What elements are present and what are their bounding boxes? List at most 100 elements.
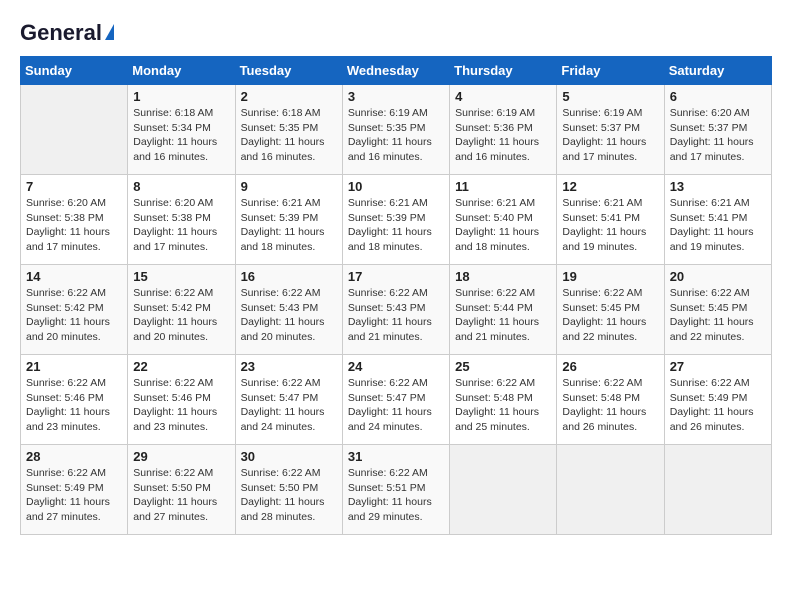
calendar-cell: 18Sunrise: 6:22 AM Sunset: 5:44 PM Dayli… bbox=[450, 265, 557, 355]
weekday-header-saturday: Saturday bbox=[664, 57, 771, 85]
day-number: 25 bbox=[455, 359, 551, 374]
calendar-cell: 29 Sunrise: 6:22 AM Sunset: 5:50 PM Dayli… bbox=[128, 445, 235, 535]
calendar-cell: 23 Sunrise: 6:22 AM Sunset: 5:47 PM Dayli… bbox=[235, 355, 342, 445]
day-info: Sunrise: 6:22 AM Sunset: 5:47 PM Dayligh… bbox=[241, 376, 337, 435]
day-number: 9 bbox=[241, 179, 337, 194]
weekday-header-wednesday: Wednesday bbox=[342, 57, 449, 85]
day-info: Sunrise: 6:21 AM Sunset: 5:39 PM Dayligh… bbox=[241, 196, 337, 255]
day-info: Sunrise: 6:21 AM Sunset: 5:41 PM Dayligh… bbox=[670, 196, 766, 255]
calendar-cell: 28 Sunrise: 6:22 AM Sunset: 5:49 PM Dayli… bbox=[21, 445, 128, 535]
calendar-cell: 16 Sunrise: 6:22 AM Sunset: 5:43 PM Dayli… bbox=[235, 265, 342, 355]
day-info: Sunrise: 6:18 AM Sunset: 5:35 PM Dayligh… bbox=[241, 106, 337, 165]
day-number: 21 bbox=[26, 359, 122, 374]
calendar-cell: 12 Sunrise: 6:21 AM Sunset: 5:41 PM Dayli… bbox=[557, 175, 664, 265]
day-number: 17 bbox=[348, 269, 444, 284]
day-info: Sunrise: 6:22 AM Sunset: 5:47 PM Dayligh… bbox=[348, 376, 444, 435]
day-info: Sunrise: 6:22 AM Sunset: 5:49 PM Dayligh… bbox=[26, 466, 122, 525]
logo-triangle-icon bbox=[105, 24, 114, 40]
day-number: 29 bbox=[133, 449, 229, 464]
day-number: 1 bbox=[133, 89, 229, 104]
calendar-cell: 21 Sunrise: 6:22 AM Sunset: 5:46 PM Dayli… bbox=[21, 355, 128, 445]
day-number: 5 bbox=[562, 89, 658, 104]
day-info: Sunrise: 6:22 AM Sunset: 5:51 PM Dayligh… bbox=[348, 466, 444, 525]
calendar-cell: 14 Sunrise: 6:22 AM Sunset: 5:42 PM Dayli… bbox=[21, 265, 128, 355]
page-header: General bbox=[20, 20, 772, 46]
day-number: 6 bbox=[670, 89, 766, 104]
calendar-cell: 27Sunrise: 6:22 AM Sunset: 5:49 PM Dayli… bbox=[664, 355, 771, 445]
calendar-cell: 31 Sunrise: 6:22 AM Sunset: 5:51 PM Dayli… bbox=[342, 445, 449, 535]
day-info: Sunrise: 6:22 AM Sunset: 5:46 PM Dayligh… bbox=[133, 376, 229, 435]
day-info: Sunrise: 6:21 AM Sunset: 5:39 PM Dayligh… bbox=[348, 196, 444, 255]
weekday-header-thursday: Thursday bbox=[450, 57, 557, 85]
day-number: 7 bbox=[26, 179, 122, 194]
day-number: 24 bbox=[348, 359, 444, 374]
calendar-cell: 30 Sunrise: 6:22 AM Sunset: 5:50 PM Dayli… bbox=[235, 445, 342, 535]
day-info: Sunrise: 6:22 AM Sunset: 5:50 PM Dayligh… bbox=[133, 466, 229, 525]
calendar-cell: 26 Sunrise: 6:22 AM Sunset: 5:48 PM Dayli… bbox=[557, 355, 664, 445]
weekday-header-monday: Monday bbox=[128, 57, 235, 85]
calendar-cell: 15Sunrise: 6:22 AM Sunset: 5:42 PM Dayli… bbox=[128, 265, 235, 355]
calendar-cell: 20 Sunrise: 6:22 AM Sunset: 5:45 PM Dayli… bbox=[664, 265, 771, 355]
day-number: 13 bbox=[670, 179, 766, 194]
day-number: 31 bbox=[348, 449, 444, 464]
weekday-header-friday: Friday bbox=[557, 57, 664, 85]
day-info: Sunrise: 6:20 AM Sunset: 5:37 PM Dayligh… bbox=[670, 106, 766, 165]
day-number: 19 bbox=[562, 269, 658, 284]
day-info: Sunrise: 6:22 AM Sunset: 5:43 PM Dayligh… bbox=[348, 286, 444, 345]
calendar-cell: 25Sunrise: 6:22 AM Sunset: 5:48 PM Dayli… bbox=[450, 355, 557, 445]
calendar-cell bbox=[21, 85, 128, 175]
calendar-cell: 24 Sunrise: 6:22 AM Sunset: 5:47 PM Dayli… bbox=[342, 355, 449, 445]
logo-general: General bbox=[20, 20, 102, 46]
day-info: Sunrise: 6:22 AM Sunset: 5:42 PM Dayligh… bbox=[133, 286, 229, 345]
calendar-cell bbox=[664, 445, 771, 535]
calendar-table: SundayMondayTuesdayWednesdayThursdayFrid… bbox=[20, 56, 772, 535]
logo: General bbox=[20, 20, 114, 46]
day-info: Sunrise: 6:22 AM Sunset: 5:48 PM Dayligh… bbox=[562, 376, 658, 435]
calendar-cell: 7 Sunrise: 6:20 AM Sunset: 5:38 PM Daylig… bbox=[21, 175, 128, 265]
weekday-header-tuesday: Tuesday bbox=[235, 57, 342, 85]
calendar-cell: 10 Sunrise: 6:21 AM Sunset: 5:39 PM Dayli… bbox=[342, 175, 449, 265]
day-number: 16 bbox=[241, 269, 337, 284]
calendar-cell: 4 Sunrise: 6:19 AM Sunset: 5:36 PM Daylig… bbox=[450, 85, 557, 175]
day-number: 2 bbox=[241, 89, 337, 104]
day-number: 8 bbox=[133, 179, 229, 194]
day-number: 11 bbox=[455, 179, 551, 194]
day-info: Sunrise: 6:22 AM Sunset: 5:42 PM Dayligh… bbox=[26, 286, 122, 345]
weekday-header-sunday: Sunday bbox=[21, 57, 128, 85]
day-info: Sunrise: 6:19 AM Sunset: 5:35 PM Dayligh… bbox=[348, 106, 444, 165]
calendar-cell: 5 Sunrise: 6:19 AM Sunset: 5:37 PM Daylig… bbox=[557, 85, 664, 175]
day-info: Sunrise: 6:22 AM Sunset: 5:46 PM Dayligh… bbox=[26, 376, 122, 435]
day-number: 28 bbox=[26, 449, 122, 464]
day-info: Sunrise: 6:19 AM Sunset: 5:37 PM Dayligh… bbox=[562, 106, 658, 165]
calendar-cell: 19 Sunrise: 6:22 AM Sunset: 5:45 PM Dayli… bbox=[557, 265, 664, 355]
day-number: 14 bbox=[26, 269, 122, 284]
day-number: 12 bbox=[562, 179, 658, 194]
day-info: Sunrise: 6:22 AM Sunset: 5:43 PM Dayligh… bbox=[241, 286, 337, 345]
calendar-cell bbox=[450, 445, 557, 535]
calendar-cell: 11Sunrise: 6:21 AM Sunset: 5:40 PM Dayli… bbox=[450, 175, 557, 265]
day-info: Sunrise: 6:21 AM Sunset: 5:41 PM Dayligh… bbox=[562, 196, 658, 255]
calendar-cell: 2 Sunrise: 6:18 AM Sunset: 5:35 PM Daylig… bbox=[235, 85, 342, 175]
day-info: Sunrise: 6:22 AM Sunset: 5:50 PM Dayligh… bbox=[241, 466, 337, 525]
day-info: Sunrise: 6:20 AM Sunset: 5:38 PM Dayligh… bbox=[26, 196, 122, 255]
day-number: 26 bbox=[562, 359, 658, 374]
day-info: Sunrise: 6:18 AM Sunset: 5:34 PM Dayligh… bbox=[133, 106, 229, 165]
day-number: 20 bbox=[670, 269, 766, 284]
day-info: Sunrise: 6:20 AM Sunset: 5:38 PM Dayligh… bbox=[133, 196, 229, 255]
calendar-cell: 1 Sunrise: 6:18 AM Sunset: 5:34 PM Daylig… bbox=[128, 85, 235, 175]
day-info: Sunrise: 6:22 AM Sunset: 5:49 PM Dayligh… bbox=[670, 376, 766, 435]
day-info: Sunrise: 6:22 AM Sunset: 5:45 PM Dayligh… bbox=[562, 286, 658, 345]
calendar-cell: 6 Sunrise: 6:20 AM Sunset: 5:37 PM Daylig… bbox=[664, 85, 771, 175]
calendar-cell: 17 Sunrise: 6:22 AM Sunset: 5:43 PM Dayli… bbox=[342, 265, 449, 355]
day-number: 22 bbox=[133, 359, 229, 374]
day-number: 18 bbox=[455, 269, 551, 284]
day-number: 4 bbox=[455, 89, 551, 104]
day-info: Sunrise: 6:22 AM Sunset: 5:45 PM Dayligh… bbox=[670, 286, 766, 345]
day-number: 10 bbox=[348, 179, 444, 194]
calendar-cell bbox=[557, 445, 664, 535]
day-number: 3 bbox=[348, 89, 444, 104]
day-number: 30 bbox=[241, 449, 337, 464]
calendar-cell: 22 Sunrise: 6:22 AM Sunset: 5:46 PM Dayli… bbox=[128, 355, 235, 445]
day-number: 23 bbox=[241, 359, 337, 374]
day-info: Sunrise: 6:19 AM Sunset: 5:36 PM Dayligh… bbox=[455, 106, 551, 165]
